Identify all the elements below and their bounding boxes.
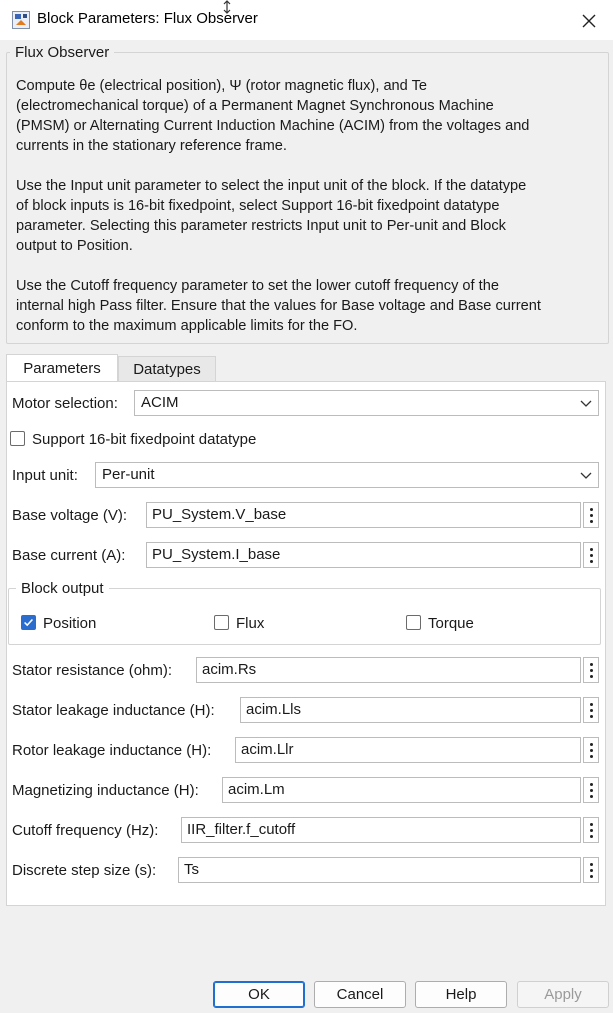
step-size-label: Discrete step size (s): bbox=[12, 862, 157, 879]
more-vertical-icon bbox=[590, 743, 593, 761]
motor-selection-value: ACIM bbox=[141, 394, 179, 411]
flux-checkbox[interactable] bbox=[214, 615, 229, 630]
base-voltage-label: Base voltage (V): bbox=[12, 507, 128, 524]
position-checkbox[interactable] bbox=[21, 615, 36, 630]
motor-selection-label: Motor selection: bbox=[12, 395, 118, 412]
cutoff-frequency-options-button[interactable] bbox=[583, 817, 599, 843]
magnetizing-field[interactable]: acim.Lm bbox=[222, 777, 581, 803]
motor-selection-dropdown[interactable]: ACIM bbox=[134, 390, 599, 416]
chevron-down-icon bbox=[580, 472, 592, 479]
cutoff-frequency-field[interactable]: IIR_filter.f_cutoff bbox=[181, 817, 581, 843]
step-size-field[interactable]: Ts bbox=[178, 857, 581, 883]
tab-datatypes[interactable]: Datatypes bbox=[118, 356, 216, 382]
close-icon[interactable] bbox=[578, 10, 600, 32]
more-vertical-icon bbox=[590, 823, 593, 841]
stator-leakage-field[interactable]: acim.Lls bbox=[240, 697, 581, 723]
more-vertical-icon bbox=[590, 663, 593, 681]
more-vertical-icon bbox=[590, 783, 593, 801]
torque-label: Torque bbox=[428, 615, 474, 632]
block-description: Compute θe (electrical position), Ψ (rot… bbox=[16, 76, 606, 356]
more-vertical-icon bbox=[590, 703, 593, 721]
magnetizing-label: Magnetizing inductance (H): bbox=[12, 782, 199, 799]
rotor-leakage-label: Rotor leakage inductance (H): bbox=[12, 742, 212, 759]
help-button[interactable]: Help bbox=[415, 981, 507, 1008]
rotor-leakage-field[interactable]: acim.Llr bbox=[235, 737, 581, 763]
rotor-leakage-options-button[interactable] bbox=[583, 737, 599, 763]
title-bar: Block Parameters: Flux Observer bbox=[0, 0, 613, 40]
flux-label: Flux bbox=[236, 615, 265, 632]
ok-button[interactable]: OK bbox=[213, 981, 305, 1008]
simulink-app-icon bbox=[12, 11, 30, 29]
stator-leakage-label: Stator leakage inductance (H): bbox=[12, 702, 215, 719]
description-paragraph: Use the Input unit parameter to select t… bbox=[16, 178, 527, 254]
more-vertical-icon bbox=[590, 863, 593, 881]
step-size-options-button[interactable] bbox=[583, 857, 599, 883]
mouse-cursor-icon bbox=[223, 0, 231, 14]
block-output-title: Block output bbox=[16, 580, 109, 597]
stator-leakage-options-button[interactable] bbox=[583, 697, 599, 723]
base-current-options-button[interactable] bbox=[583, 542, 599, 568]
cutoff-frequency-label: Cutoff frequency (Hz): bbox=[12, 822, 159, 839]
base-voltage-field[interactable]: PU_System.V_base bbox=[146, 502, 581, 528]
chevron-down-icon bbox=[580, 400, 592, 407]
position-label: Position bbox=[43, 615, 97, 632]
base-current-label: Base current (A): bbox=[12, 547, 126, 564]
input-unit-value: Per-unit bbox=[102, 466, 155, 483]
more-vertical-icon bbox=[590, 508, 593, 526]
stator-resistance-field[interactable]: acim.Rs bbox=[196, 657, 581, 683]
support-16bit-checkbox[interactable] bbox=[10, 431, 25, 446]
description-paragraph: Compute θe (electrical position), Ψ (rot… bbox=[16, 78, 530, 154]
description-group-title: Flux Observer bbox=[10, 44, 115, 61]
support-16bit-label: Support 16-bit fixedpoint datatype bbox=[32, 431, 257, 448]
input-unit-dropdown[interactable]: Per-unit bbox=[95, 462, 599, 488]
checkmark-icon bbox=[24, 618, 33, 627]
description-paragraph: Use the Cutoff frequency parameter to se… bbox=[16, 278, 541, 334]
magnetizing-options-button[interactable] bbox=[583, 777, 599, 803]
cancel-button[interactable]: Cancel bbox=[314, 981, 406, 1008]
torque-checkbox[interactable] bbox=[406, 615, 421, 630]
stator-resistance-label: Stator resistance (ohm): bbox=[12, 662, 173, 679]
more-vertical-icon bbox=[590, 548, 593, 566]
stator-resistance-options-button[interactable] bbox=[583, 657, 599, 683]
apply-button[interactable]: Apply bbox=[517, 981, 609, 1008]
tab-parameters[interactable]: Parameters bbox=[6, 354, 118, 382]
base-current-field[interactable]: PU_System.I_base bbox=[146, 542, 581, 568]
input-unit-label: Input unit: bbox=[12, 467, 78, 484]
base-voltage-options-button[interactable] bbox=[583, 502, 599, 528]
